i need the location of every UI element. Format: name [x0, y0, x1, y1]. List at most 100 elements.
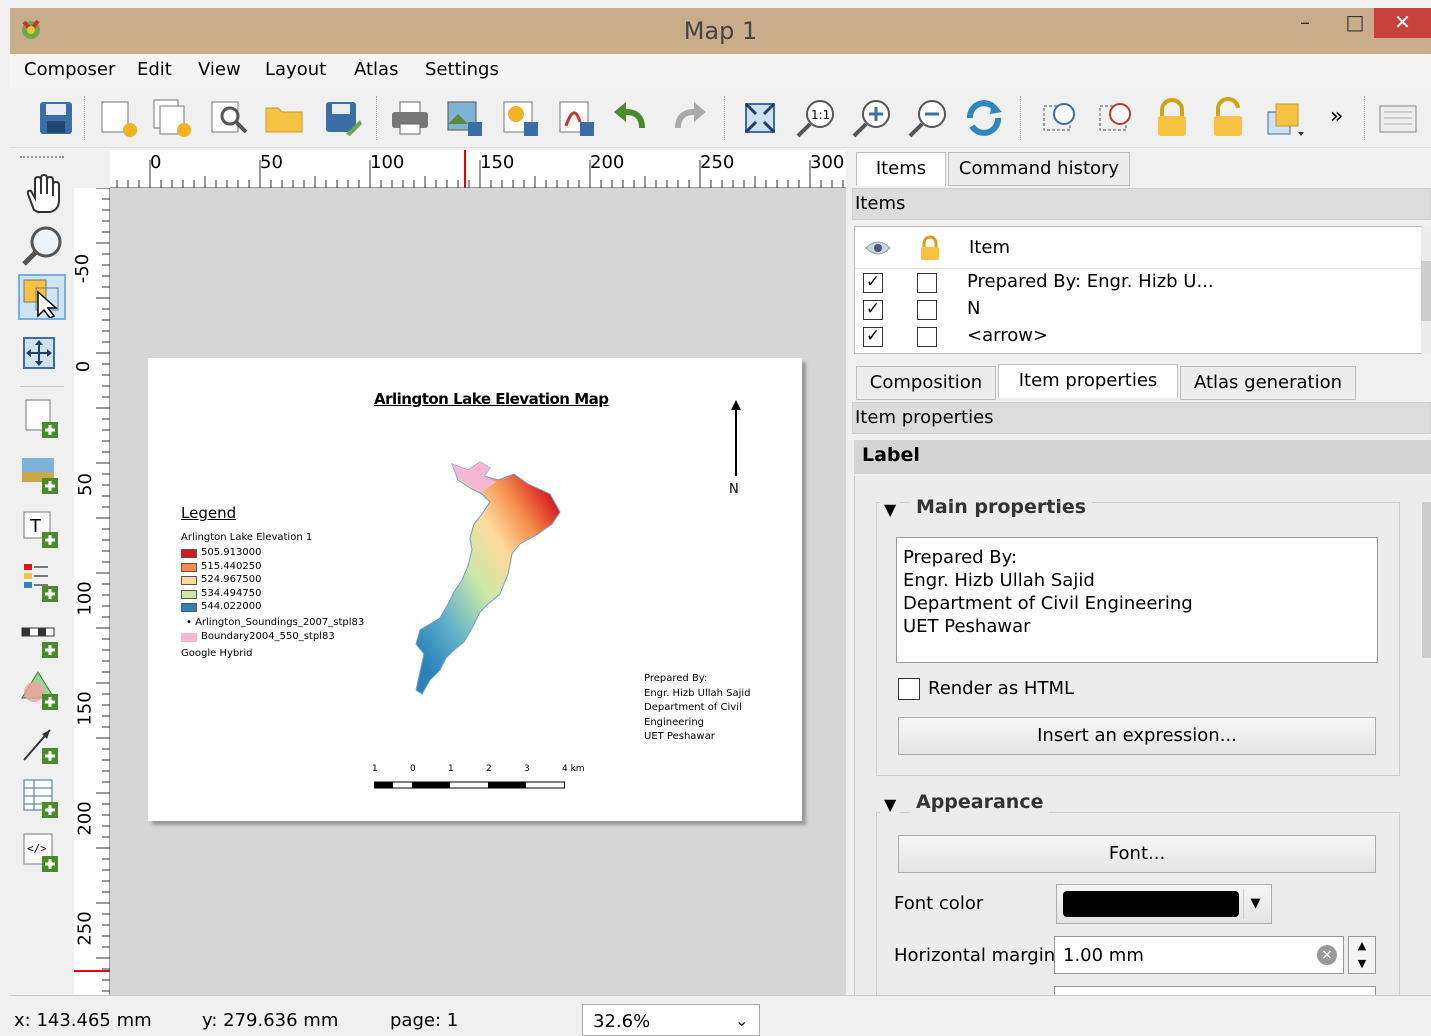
menu-layout[interactable]: Layout	[265, 59, 326, 80]
composer-manager-icon[interactable]	[206, 96, 250, 140]
add-shape-icon[interactable]	[18, 668, 66, 714]
maximize-button[interactable]: □	[1330, 8, 1380, 38]
save-as-template-icon[interactable]	[320, 96, 364, 140]
menu-atlas[interactable]: Atlas	[354, 59, 398, 80]
toolbar-separator	[1020, 96, 1022, 140]
main-properties-title[interactable]: Main properties	[910, 496, 1093, 518]
insert-expression-button[interactable]: Insert an expression...	[898, 717, 1376, 755]
add-html-frame-icon[interactable]: </>	[18, 830, 66, 876]
horizontal-margin-input[interactable]: 1.00 mm ×	[1054, 936, 1344, 974]
close-button[interactable]: ✕	[1374, 8, 1431, 38]
item-name[interactable]: N	[967, 298, 980, 319]
add-legend-icon[interactable]	[18, 560, 66, 606]
zoom-tool-icon[interactable]	[18, 222, 66, 268]
tab-item-properties[interactable]: Item properties	[998, 364, 1178, 398]
north-arrow[interactable]	[728, 400, 744, 480]
add-arrow-icon[interactable]	[18, 722, 66, 768]
font-color-picker[interactable]: ▼	[1056, 884, 1272, 924]
add-attribute-table-icon[interactable]	[18, 776, 66, 822]
undo-icon[interactable]	[610, 96, 654, 140]
raise-items-icon[interactable]	[1262, 96, 1306, 140]
zoom-in-icon[interactable]	[850, 96, 894, 140]
item-visible-checkbox[interactable]: ✓	[863, 300, 883, 320]
zoom-select[interactable]: 32.6% ⌄	[582, 1004, 760, 1036]
legend-points-layer: • Arlington_Soundings_2007_stpl83	[186, 617, 364, 628]
minimize-button[interactable]: –	[1280, 8, 1330, 38]
item-visible-checkbox[interactable]: ✓	[863, 273, 883, 293]
spin-down-icon[interactable]: ▼	[1349, 955, 1375, 973]
map-title[interactable]: Arlington Lake Elevation Map	[374, 390, 609, 408]
item-name[interactable]: <arrow>	[967, 325, 1048, 346]
items-table-row[interactable]: ✓ <arrow>	[855, 323, 1415, 350]
item-name[interactable]: Prepared By: Engr. Hizb U...	[967, 271, 1214, 292]
tab-command-history[interactable]: Command history	[948, 152, 1130, 186]
legend-boundary-label: Boundary2004_550_stpl83	[201, 631, 335, 642]
tab-items[interactable]: Items	[856, 152, 946, 186]
export-pdf-icon[interactable]	[554, 96, 598, 140]
render-html-checkbox[interactable]	[898, 678, 920, 700]
ungroup-items-icon[interactable]	[1094, 96, 1138, 140]
add-new-map-icon[interactable]	[18, 396, 66, 442]
items-table-row[interactable]: ✓ Prepared By: Engr. Hizb U...	[855, 269, 1415, 296]
chevron-down-icon[interactable]: ▼	[1243, 889, 1267, 919]
appearance-title[interactable]: Appearance	[910, 791, 1050, 813]
item-visible-checkbox[interactable]: ✓	[863, 327, 883, 347]
menu-composer[interactable]: Composer	[24, 59, 115, 80]
scale-bar[interactable]: 1 0 1 2 3 4 km	[370, 764, 590, 796]
ruler-tick-label: 200	[590, 152, 625, 173]
zoom-full-icon[interactable]	[738, 96, 782, 140]
atlas-toolbar-icon[interactable]	[1376, 96, 1420, 140]
item-lock-checkbox[interactable]	[917, 327, 937, 347]
toolbar-separator	[84, 96, 86, 140]
print-icon[interactable]	[388, 96, 432, 140]
lock-icon[interactable]	[1150, 96, 1194, 140]
north-label[interactable]: N	[729, 482, 739, 497]
open-folder-icon[interactable]	[262, 96, 306, 140]
svg-text:</>: </>	[27, 842, 47, 855]
add-scalebar-icon[interactable]	[18, 616, 66, 662]
items-table-header: Item	[855, 227, 1421, 269]
group-items-icon[interactable]	[1038, 96, 1082, 140]
export-image-icon[interactable]	[442, 96, 486, 140]
duplicate-composer-icon[interactable]	[150, 96, 194, 140]
zoom-actual-icon[interactable]: 1:1	[794, 96, 838, 140]
items-table-row[interactable]: ✓ N	[855, 296, 1415, 323]
item-lock-checkbox[interactable]	[917, 300, 937, 320]
font-button[interactable]: Font...	[898, 835, 1376, 873]
legend-title[interactable]: Legend	[181, 504, 236, 522]
properties-scrollbar[interactable]	[1422, 476, 1431, 995]
pan-hand-icon[interactable]	[18, 170, 66, 216]
composer-page[interactable]: Arlington Lake Elevation Map N Legend Ar…	[148, 358, 802, 821]
toolbar-overflow-button[interactable]: »	[1330, 104, 1343, 129]
label-text-editor[interactable]: Prepared By: Engr. Hizb Ullah Sajid Depa…	[896, 537, 1378, 663]
clear-icon[interactable]: ×	[1317, 945, 1337, 965]
item-lock-checkbox[interactable]	[917, 273, 937, 293]
menu-settings[interactable]: Settings	[425, 59, 499, 80]
add-image-icon[interactable]	[18, 452, 66, 498]
collapse-arrow-icon[interactable]: ▼	[880, 795, 901, 814]
scale-label: 4 km	[562, 764, 585, 774]
menu-edit[interactable]: Edit	[137, 59, 172, 80]
export-svg-icon[interactable]	[498, 96, 542, 140]
horizontal-margin-spinner[interactable]: ▲ ▼	[1348, 936, 1376, 974]
collapse-arrow-icon[interactable]: ▼	[880, 500, 901, 519]
new-composer-icon[interactable]	[96, 96, 140, 140]
add-label-icon[interactable]: T	[18, 506, 66, 552]
chevron-down-icon[interactable]: ⌄	[735, 1011, 748, 1030]
refresh-icon[interactable]	[962, 96, 1006, 140]
prepared-by-label[interactable]: Prepared By: Engr. Hizb Ullah Sajid Depa…	[644, 672, 751, 745]
menu-view[interactable]: View	[198, 59, 241, 80]
move-item-content-icon[interactable]	[18, 332, 66, 378]
tab-composition[interactable]: Composition	[856, 366, 996, 400]
svg-text:1:1: 1:1	[811, 108, 830, 122]
unlock-icon[interactable]	[1206, 96, 1250, 140]
select-move-item-icon[interactable]	[18, 274, 66, 320]
items-scrollbar[interactable]	[1421, 227, 1431, 355]
tab-atlas-generation[interactable]: Atlas generation	[1180, 366, 1356, 400]
save-icon[interactable]	[34, 96, 78, 140]
map-item[interactable]	[410, 454, 570, 714]
redo-icon[interactable]	[666, 96, 710, 140]
zoom-out-icon[interactable]	[906, 96, 950, 140]
spin-up-icon[interactable]: ▲	[1349, 937, 1375, 955]
legend-row-label: 515.440250	[201, 560, 262, 572]
